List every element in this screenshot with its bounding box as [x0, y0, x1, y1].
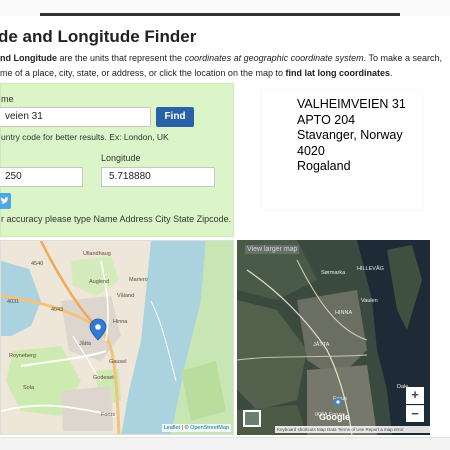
top-divider — [40, 13, 400, 16]
description-text: are the units that represent the — [56, 53, 185, 63]
map-label-royneberg: Royneberg — [9, 353, 36, 359]
sat-label-hinna: HINNA — [335, 310, 352, 316]
description-term: nd Longitude — [0, 53, 57, 63]
address-line-3: Stavanger, Norway — [297, 128, 403, 142]
find-button[interactable]: Find — [156, 107, 194, 127]
map-label-valand: Våland — [117, 292, 134, 299]
description-bold-2: find lat long coordinates — [285, 68, 390, 78]
twitter-share-button[interactable] — [0, 193, 11, 209]
longitude-field[interactable]: 5.718880 — [101, 167, 215, 187]
description-line-2: me of a place, city, state, or address, … — [0, 66, 450, 81]
address-line-4: 4020 — [297, 143, 325, 158]
sat-label-sormarka: Sørmarka — [321, 270, 346, 276]
osm-link[interactable]: OpenStreetMap — [190, 425, 229, 431]
map-label-4540: 4540 — [31, 261, 43, 267]
place-input[interactable]: veien 31 — [0, 107, 151, 127]
map-label-hinna: Hinna — [113, 319, 128, 325]
map-label-4031: 4031 — [7, 299, 19, 305]
description-text-2: me of a place, city, state, or address, … — [0, 68, 286, 78]
attribution-separator: | © — [180, 425, 191, 431]
description-tail-2: . — [390, 68, 393, 78]
street-map-canvas: Ullandhaug 4540 Auglend Mariero Våland H… — [1, 241, 233, 434]
map-label-forus: Forus — [101, 412, 115, 418]
longitude-label: Longitude — [101, 153, 141, 163]
street-map[interactable]: Ullandhaug 4540 Auglend Mariero Våland H… — [0, 240, 234, 435]
zoom-out-button[interactable]: − — [406, 405, 424, 422]
map-label-4043: 4043 — [51, 307, 63, 313]
description-line-1: nd Longitude are the units that represen… — [0, 51, 450, 66]
top-bar — [0, 0, 450, 16]
page-title: de and Longitude Finder — [0, 27, 197, 46]
address-line-2: APTO 204 — [297, 112, 356, 127]
sat-place-marker-icon — [334, 398, 342, 406]
description-italic: coordinates at geographic coordinate sys… — [184, 53, 364, 63]
map-label-godeset: Godeset — [93, 375, 114, 381]
bottom-strip — [0, 437, 450, 450]
satellite-map-canvas: HILLEVÅG Sørmarka Vaulen HINNA JÅTTA Dal… — [237, 240, 430, 435]
map-label-gausel: Gausel — [109, 359, 126, 365]
description-tail: . To make a search, — [363, 53, 443, 63]
satellite-map[interactable]: HILLEVÅG Sørmarka Vaulen HINNA JÅTTA Dal… — [237, 240, 430, 435]
zoom-in-button[interactable]: + — [406, 387, 424, 404]
leaflet-link[interactable]: Leaflet — [164, 425, 181, 431]
map-attribution: Leaflet | © OpenStreetMap — [161, 424, 231, 432]
latitude-field[interactable]: 250 — [0, 167, 83, 187]
map-type-thumbnail[interactable] — [243, 410, 261, 427]
view-larger-map-link[interactable]: View larger map — [245, 245, 300, 254]
map-label-sola: Sola — [23, 385, 35, 391]
address-line-1: VALHEIMVEIEN 31 — [297, 97, 406, 111]
google-logo: Google — [319, 412, 350, 422]
search-hint: untry code for better results. Ex: Londo… — [1, 132, 169, 142]
place-label: me — [1, 94, 14, 104]
description: nd Longitude are the units that represen… — [0, 51, 450, 81]
sat-label-jatta: JÅTTA — [313, 341, 330, 348]
google-map-attribution[interactable]: Keyboard shortcuts Map Data Terms of Use… — [275, 426, 430, 433]
map-label-auglend: Auglend — [89, 279, 109, 285]
address-line-5: Rogaland — [297, 159, 351, 173]
map-label-mariero: Mariero — [129, 277, 148, 283]
map-label-ullandhaug: Ullandhaug — [83, 251, 111, 257]
accuracy-note: r accuracy please type Name Address City… — [1, 214, 232, 224]
sat-label-vaulen: Vaulen — [361, 298, 378, 304]
address-card: VALHEIMVEIEN 31 APTO 204 Stavanger, Norw… — [262, 90, 422, 210]
search-form-panel: me veien 31 Find untry code for better r… — [0, 83, 234, 237]
twitter-icon — [0, 197, 9, 204]
sat-label-hillevag: HILLEVÅG — [357, 265, 384, 272]
map-label-jatta: Jåtta — [79, 340, 92, 347]
